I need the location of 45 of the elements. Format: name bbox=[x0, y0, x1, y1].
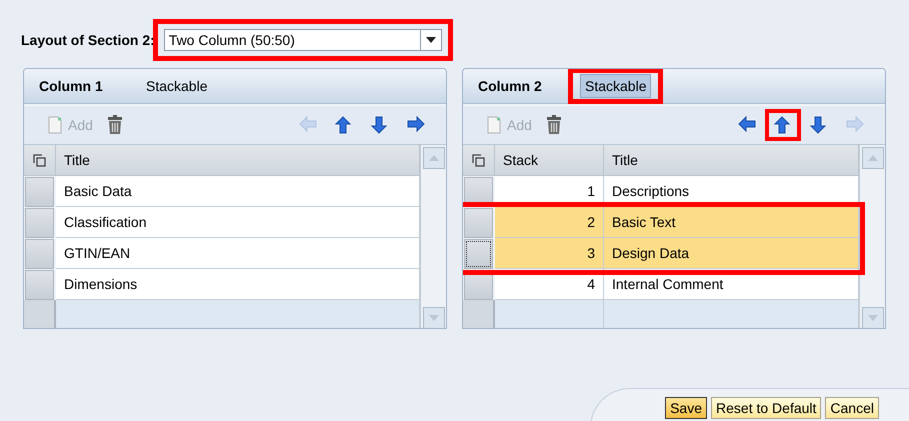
left-arrow-icon bbox=[299, 116, 317, 134]
select-all-icon[interactable] bbox=[472, 154, 485, 166]
table-cell: 2 bbox=[495, 207, 604, 238]
dropdown-arrow-icon[interactable] bbox=[426, 37, 436, 43]
stackable-toggle[interactable]: Stackable bbox=[580, 74, 652, 98]
select-all-icon[interactable] bbox=[33, 154, 46, 166]
column-title: Column 1 bbox=[39, 78, 104, 94]
column-header[interactable]: Title bbox=[604, 145, 859, 176]
up-triangle-icon bbox=[868, 155, 878, 161]
column-title: Column 2 bbox=[478, 78, 543, 94]
table-cell: Design Data bbox=[604, 238, 859, 269]
down-triangle-icon bbox=[868, 315, 878, 321]
table-cell: Basic Data bbox=[56, 176, 420, 207]
right-arrow-icon bbox=[846, 116, 864, 134]
up-arrow-icon bbox=[774, 116, 792, 134]
column-header[interactable]: Stack bbox=[495, 145, 604, 176]
stackable-toggle[interactable]: Stackable bbox=[141, 74, 212, 98]
scroll-up-button[interactable] bbox=[422, 147, 444, 169]
up-arrow-icon bbox=[335, 116, 353, 134]
row-selector[interactable] bbox=[464, 239, 493, 269]
down-triangle-icon bbox=[428, 315, 438, 321]
move-up-button[interactable] bbox=[765, 109, 801, 141]
down-arrow-icon bbox=[810, 116, 828, 134]
layout-dropdown[interactable]: Two Column (50:50) bbox=[164, 29, 442, 51]
action-button[interactable]: Cancel bbox=[825, 397, 879, 419]
scroll-down-button[interactable] bbox=[422, 307, 444, 328]
trash-icon bbox=[546, 115, 562, 135]
table-cell: Dimensions bbox=[56, 269, 420, 300]
scroll-down-button[interactable] bbox=[862, 307, 884, 328]
left-arrow-icon bbox=[738, 116, 756, 134]
table-cell: Basic Text bbox=[604, 207, 859, 238]
scroll-up-button[interactable] bbox=[862, 147, 884, 169]
action-button[interactable]: Reset to Default bbox=[711, 397, 822, 419]
right-arrow-icon bbox=[407, 116, 425, 134]
table-cell: 3 bbox=[495, 238, 604, 269]
table-cell: Classification bbox=[56, 207, 420, 238]
table-cell: GTIN/EAN bbox=[56, 238, 420, 269]
action-button[interactable]: Save bbox=[665, 397, 708, 419]
down-arrow-icon bbox=[371, 116, 389, 134]
up-triangle-icon bbox=[428, 155, 438, 161]
delete-button[interactable] bbox=[546, 115, 562, 135]
field-label: Layout of Section 2: bbox=[21, 32, 155, 48]
delete-button[interactable] bbox=[106, 115, 123, 135]
trash-icon bbox=[106, 115, 123, 135]
column-header[interactable]: Title bbox=[56, 145, 420, 176]
